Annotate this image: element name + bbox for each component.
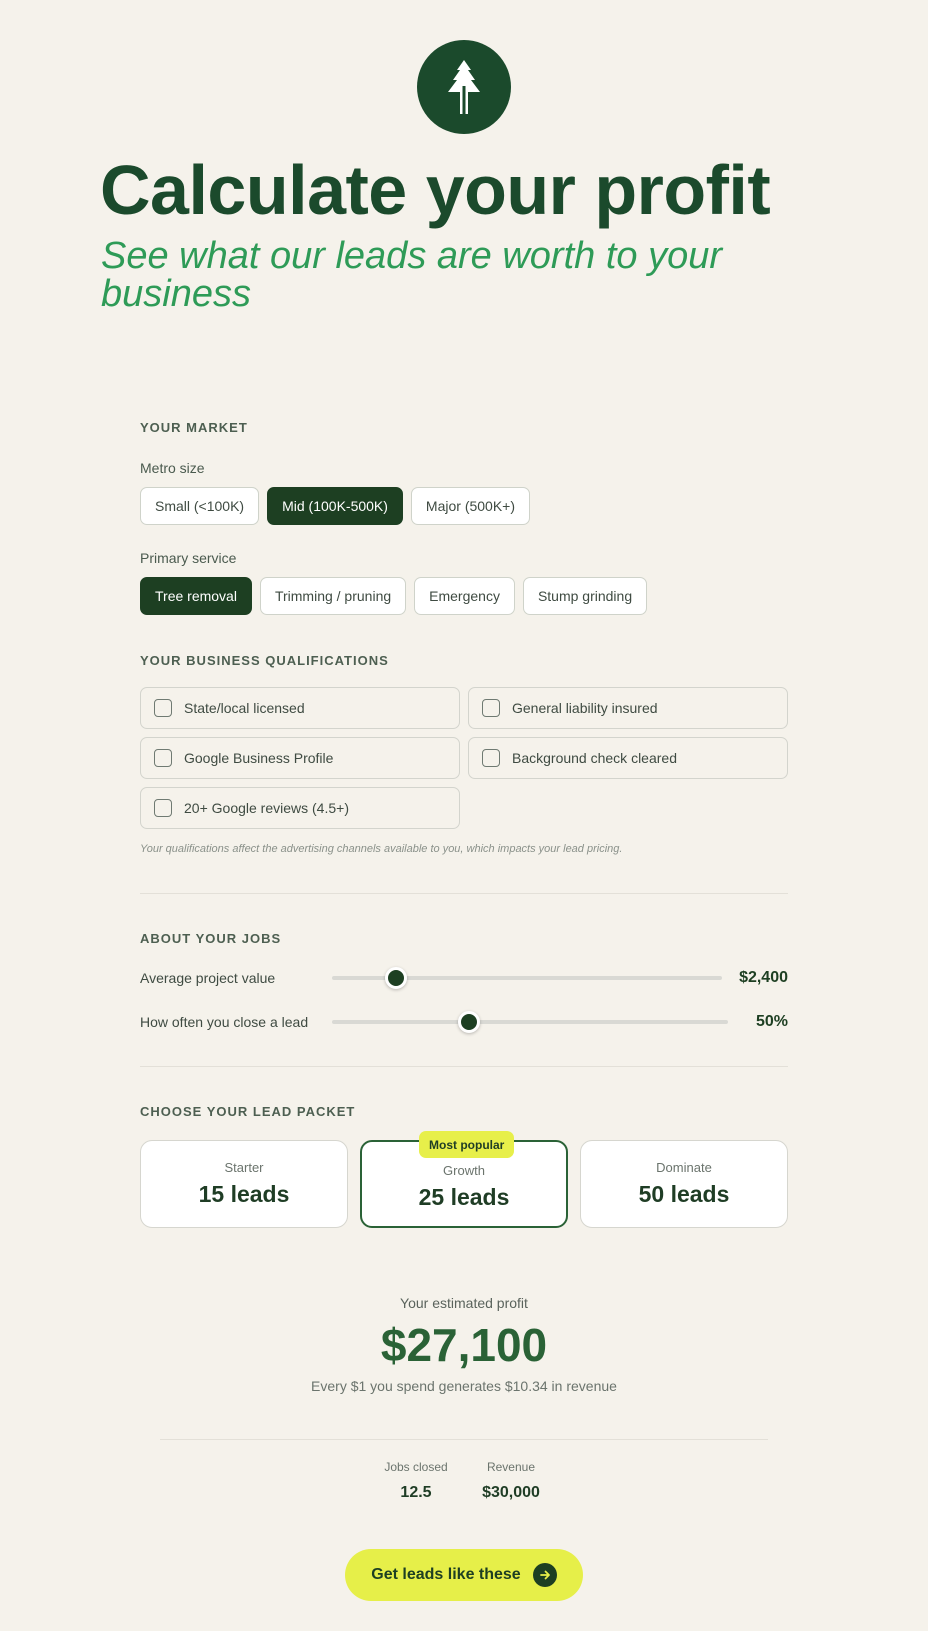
page-subtitle: See what our leads are worth to your bus… bbox=[101, 235, 723, 315]
tree-logo-icon bbox=[417, 40, 511, 134]
profit-label: Your estimated profit bbox=[400, 1295, 528, 1311]
qualification-licensed[interactable]: State/local licensed bbox=[140, 687, 460, 729]
divider bbox=[140, 893, 788, 894]
metro-size-options: Small (<100K) Mid (100K-500K) Major (500… bbox=[140, 487, 531, 525]
service-option-trimming[interactable]: Trimming / pruning bbox=[259, 577, 407, 615]
packet-starter[interactable]: Starter 15 leads bbox=[140, 1140, 348, 1228]
qualification-label: 20+ Google reviews (4.5+) bbox=[184, 800, 349, 816]
close-rate-readout: 50% bbox=[755, 1013, 788, 1030]
profit-value: $27,100 bbox=[380, 1319, 548, 1371]
qualification-label: Background check cleared bbox=[512, 750, 677, 766]
checkbox-icon[interactable] bbox=[482, 749, 500, 767]
packet-name: Starter bbox=[224, 1160, 264, 1175]
qualification-google-profile[interactable]: Google Business Profile bbox=[140, 737, 460, 779]
section-label-packets: CHOOSE YOUR LEAD PACKET bbox=[140, 1104, 356, 1119]
stat-label: Jobs closed bbox=[384, 1460, 448, 1474]
qualification-label: General liability insured bbox=[512, 700, 658, 716]
checkbox-icon[interactable] bbox=[482, 699, 500, 717]
get-leads-button[interactable]: Get leads like these bbox=[345, 1549, 583, 1601]
packet-count: 50 leads bbox=[638, 1181, 730, 1207]
stat-jobs-closed: Jobs closed 12.5 bbox=[376, 1460, 456, 1502]
section-label-qualifications: YOUR BUSINESS QUALIFICATIONS bbox=[140, 653, 389, 668]
project-value-label: Average project value bbox=[140, 970, 276, 986]
checkbox-icon[interactable] bbox=[154, 749, 172, 767]
service-option-emergency[interactable]: Emergency bbox=[414, 577, 515, 615]
stat-value: 12.5 bbox=[400, 1484, 432, 1501]
packet-dominate[interactable]: Dominate 50 leads bbox=[580, 1140, 788, 1228]
get-leads-label: Get leads like these bbox=[371, 1566, 521, 1583]
metro-option-major[interactable]: Major (500K+) bbox=[410, 487, 531, 525]
close-rate-slider-thumb[interactable] bbox=[458, 1011, 481, 1033]
section-label-market: YOUR MARKET bbox=[140, 420, 248, 435]
stat-value: $30,000 bbox=[482, 1484, 540, 1501]
packet-name: Growth bbox=[443, 1163, 485, 1178]
divider bbox=[140, 1066, 788, 1067]
qualification-label: State/local licensed bbox=[184, 700, 305, 716]
metro-option-mid[interactable]: Mid (100K-500K) bbox=[267, 487, 403, 525]
primary-service-label: Primary service bbox=[140, 550, 237, 566]
page-title: Calculate your profit bbox=[100, 151, 771, 229]
qualification-insured[interactable]: General liability insured bbox=[468, 687, 788, 729]
service-option-stump-grinding[interactable]: Stump grinding bbox=[522, 577, 648, 615]
qualification-background-check[interactable]: Background check cleared bbox=[468, 737, 788, 779]
most-popular-badge: Most popular bbox=[419, 1131, 515, 1158]
close-rate-slider-track[interactable] bbox=[332, 1020, 728, 1024]
divider bbox=[160, 1439, 768, 1440]
project-value-readout: $2,400 bbox=[739, 969, 788, 986]
qualifications-note: Your qualifications affect the advertisi… bbox=[140, 843, 623, 855]
metro-option-small[interactable]: Small (<100K) bbox=[140, 487, 260, 525]
checkbox-icon[interactable] bbox=[154, 799, 172, 817]
packet-name: Dominate bbox=[656, 1160, 712, 1175]
roi-text: Every $1 you spend generates $10.34 in r… bbox=[311, 1378, 617, 1394]
metro-size-label: Metro size bbox=[140, 460, 205, 476]
packet-count: 15 leads bbox=[198, 1181, 290, 1207]
arrow-right-icon bbox=[532, 1563, 557, 1587]
qualification-google-reviews[interactable]: 20+ Google reviews (4.5+) bbox=[140, 787, 460, 829]
packet-count: 25 leads bbox=[418, 1184, 510, 1210]
section-label-jobs: ABOUT YOUR JOBS bbox=[140, 931, 282, 946]
close-rate-label: How often you close a lead bbox=[140, 1014, 309, 1030]
stat-label: Revenue bbox=[486, 1460, 536, 1474]
service-option-tree-removal[interactable]: Tree removal bbox=[140, 577, 252, 615]
qualification-label: Google Business Profile bbox=[184, 750, 334, 766]
checkbox-icon[interactable] bbox=[154, 699, 172, 717]
primary-service-options: Tree removal Trimming / pruning Emergenc… bbox=[140, 577, 648, 615]
project-value-slider-thumb[interactable] bbox=[385, 967, 408, 989]
stat-revenue: Revenue $30,000 bbox=[466, 1460, 556, 1502]
